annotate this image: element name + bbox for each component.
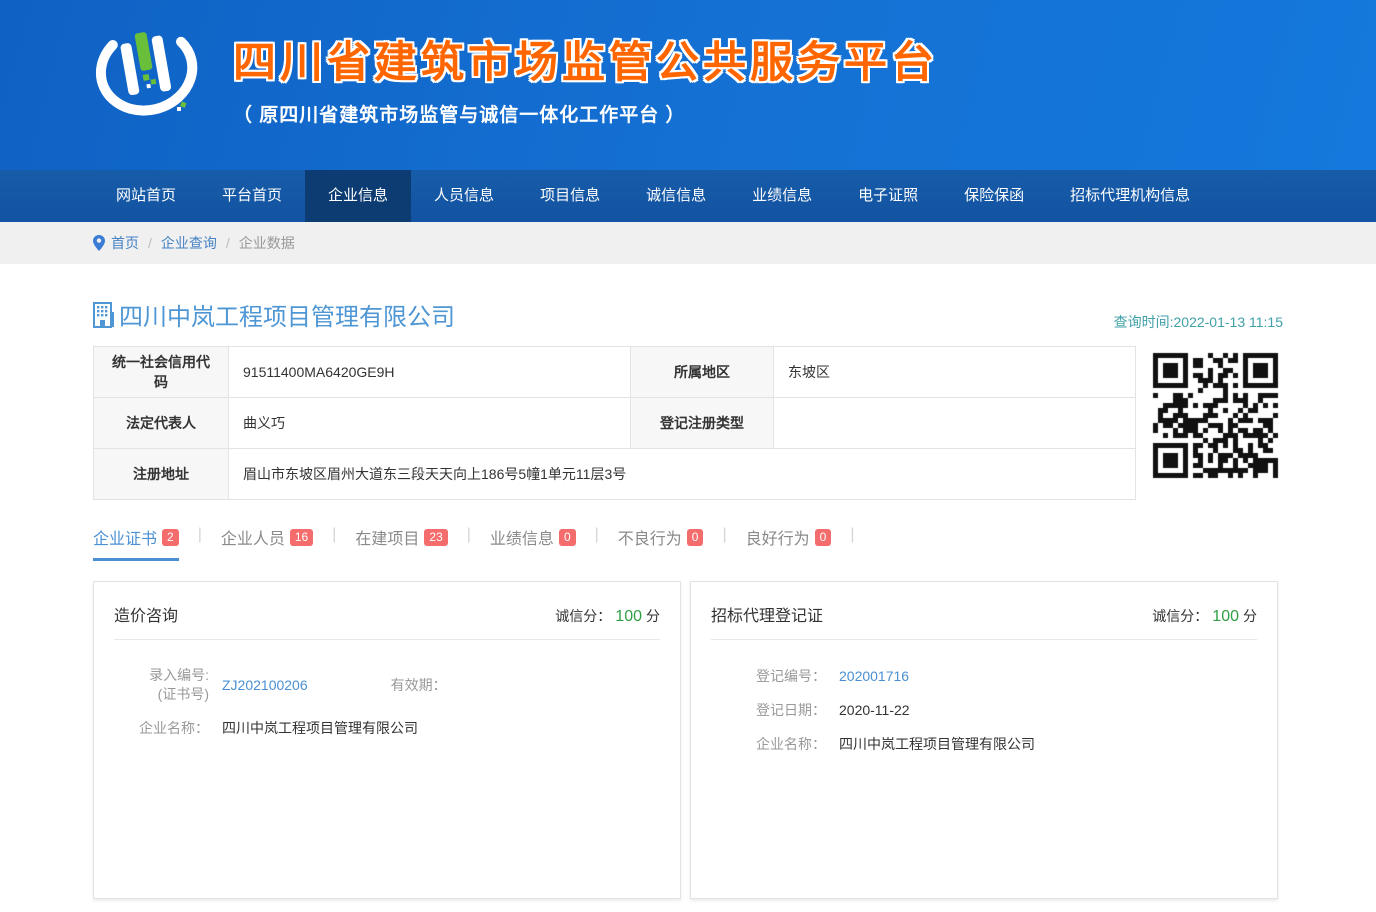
- page-title-company-name: 四川中岚工程项目管理有限公司: [119, 297, 455, 332]
- card-title: 招标代理登记证: [711, 602, 823, 626]
- count-badge: 23: [424, 529, 447, 546]
- tab-label: 业绩信息: [490, 525, 554, 549]
- main-content: 四川中岚工程项目管理有限公司 查询时间:2022-01-13 11:15 统一社…: [93, 297, 1283, 899]
- site-subtitle: （ 原四川省建筑市场监管与诚信一体化工作平台 ）: [233, 100, 938, 127]
- nav-item-personnel-info[interactable]: 人员信息: [411, 170, 517, 222]
- registered-address-value: 眉山市东坡区眉州大道东三段天天向上186号5幢1单元11层3号: [229, 449, 1136, 500]
- nav-item-platform-home[interactable]: 平台首页: [199, 170, 305, 222]
- qr-code: [1146, 346, 1284, 485]
- company-name-value: 四川中岚工程项目管理有限公司: [222, 718, 418, 738]
- count-badge: 0: [815, 529, 832, 546]
- company-name-value: 四川中岚工程项目管理有限公司: [839, 734, 1035, 754]
- registration-number-label: 登记编号：: [711, 666, 826, 686]
- region-label: 所属地区: [631, 347, 774, 398]
- registration-date-value: 2020-11-22: [839, 702, 910, 718]
- breadcrumb-current: 企业数据: [239, 233, 295, 253]
- breadcrumb-enterprise-query[interactable]: 企业查询: [161, 233, 217, 253]
- registration-date-label: 登记日期：: [711, 700, 826, 720]
- region-value: 东坡区: [774, 347, 1136, 398]
- location-pin-icon: [93, 235, 105, 251]
- credit-score-unit: 分: [646, 608, 660, 624]
- table-row: 法定代表人 曲义巧 登记注册类型: [94, 398, 1136, 449]
- validity-label: 有效期：: [391, 675, 447, 695]
- platform-logo-icon: [89, 12, 207, 130]
- record-number-label: 录入编号:(证书号): [114, 666, 209, 704]
- breadcrumb-home[interactable]: 首页: [111, 233, 139, 253]
- nav-item-enterprise-info[interactable]: 企业信息: [305, 170, 411, 222]
- tab-label: 企业证书: [93, 525, 157, 549]
- credit-score-value: 100: [1212, 608, 1239, 625]
- tab-projects-in-progress[interactable]: 在建项目 23: [355, 525, 447, 561]
- tab-label: 良好行为: [746, 525, 810, 549]
- tab-enterprise-certificates[interactable]: 企业证书 2: [93, 525, 179, 561]
- credit-code-label: 统一社会信用代码: [94, 347, 229, 398]
- credit-score: 诚信分：100分: [555, 606, 660, 626]
- credit-code-value: 91511400MA6420GE9H: [229, 347, 631, 398]
- record-number-link[interactable]: ZJ202100206: [222, 677, 308, 693]
- site-header: 四川省建筑市场监管公共服务平台 （ 原四川省建筑市场监管与诚信一体化工作平台 ）: [0, 0, 1376, 170]
- company-name-label: 企业名称：: [711, 734, 826, 754]
- registration-type-label: 登记注册类型: [631, 398, 774, 449]
- table-row: 统一社会信用代码 91511400MA6420GE9H 所属地区 东坡区: [94, 347, 1136, 398]
- table-row: 注册地址 眉山市东坡区眉州大道东三段天天向上186号5幢1单元11层3号: [94, 449, 1136, 500]
- registration-number-link[interactable]: 202001716: [839, 668, 909, 684]
- credit-score-label: 诚信分：: [555, 608, 611, 624]
- credit-score-value: 100: [615, 608, 642, 625]
- site-title: 四川省建筑市场监管公共服务平台: [233, 28, 938, 90]
- company-info-table: 统一社会信用代码 91511400MA6420GE9H 所属地区 东坡区 法定代…: [93, 346, 1136, 500]
- credit-score-unit: 分: [1243, 608, 1257, 624]
- card-title: 造价咨询: [114, 602, 178, 626]
- registered-address-label: 注册地址: [94, 449, 229, 500]
- tab-enterprise-personnel[interactable]: 企业人员 16: [221, 525, 313, 561]
- breadcrumb-separator: /: [148, 235, 152, 251]
- tab-good-behavior[interactable]: 良好行为 0: [746, 525, 832, 561]
- nav-item-bidding-agency[interactable]: 招标代理机构信息: [1047, 170, 1213, 222]
- tab-bad-behavior[interactable]: 不良行为 0: [618, 525, 704, 561]
- tab-separator: |: [467, 525, 471, 544]
- count-badge: 0: [559, 529, 576, 546]
- nav-item-home[interactable]: 网站首页: [93, 170, 199, 222]
- cost-consulting-card: 造价咨询 诚信分：100分 录入编号:(证书号) ZJ202100206 有效期…: [93, 581, 681, 899]
- legal-rep-value: 曲义巧: [229, 398, 631, 449]
- tab-performance-info[interactable]: 业绩信息 0: [490, 525, 576, 561]
- company-name-label: 企业名称：: [114, 719, 209, 738]
- main-nav: 网站首页 平台首页 企业信息 人员信息 项目信息 诚信信息 业绩信息 电子证照 …: [0, 170, 1376, 222]
- nav-item-project-info[interactable]: 项目信息: [517, 170, 623, 222]
- breadcrumb-separator: /: [226, 235, 230, 251]
- tab-separator: |: [198, 525, 202, 544]
- credit-score-label: 诚信分：: [1152, 608, 1208, 624]
- nav-item-credit-info[interactable]: 诚信信息: [623, 170, 729, 222]
- bidding-agency-certificate-card: 招标代理登记证 诚信分：100分 登记编号： 202001716 登记日期： 2…: [690, 581, 1278, 899]
- tab-label: 企业人员: [221, 525, 285, 549]
- count-badge: 0: [687, 529, 704, 546]
- tab-bar: 企业证书 2 | 企业人员 16 | 在建项目 23 | 业绩信息 0 | 不良…: [93, 525, 1283, 561]
- query-time: 查询时间:2022-01-13 11:15: [1114, 312, 1283, 332]
- tab-separator: |: [722, 525, 726, 544]
- credit-score: 诚信分：100分: [1152, 606, 1257, 626]
- tab-separator: |: [595, 525, 599, 544]
- nav-item-performance-info[interactable]: 业绩信息: [729, 170, 835, 222]
- count-badge: 2: [162, 529, 179, 546]
- tab-label: 不良行为: [618, 525, 682, 549]
- building-icon: [93, 302, 115, 328]
- tab-label: 在建项目: [355, 525, 419, 549]
- nav-item-e-certificate[interactable]: 电子证照: [835, 170, 941, 222]
- legal-rep-label: 法定代表人: [94, 398, 229, 449]
- tab-separator: |: [850, 525, 854, 544]
- nav-item-insurance[interactable]: 保险保函: [941, 170, 1047, 222]
- tab-separator: |: [332, 525, 336, 544]
- count-badge: 16: [290, 529, 313, 546]
- registration-type-value: [774, 398, 1136, 449]
- breadcrumb: 首页 / 企业查询 / 企业数据: [0, 222, 1376, 264]
